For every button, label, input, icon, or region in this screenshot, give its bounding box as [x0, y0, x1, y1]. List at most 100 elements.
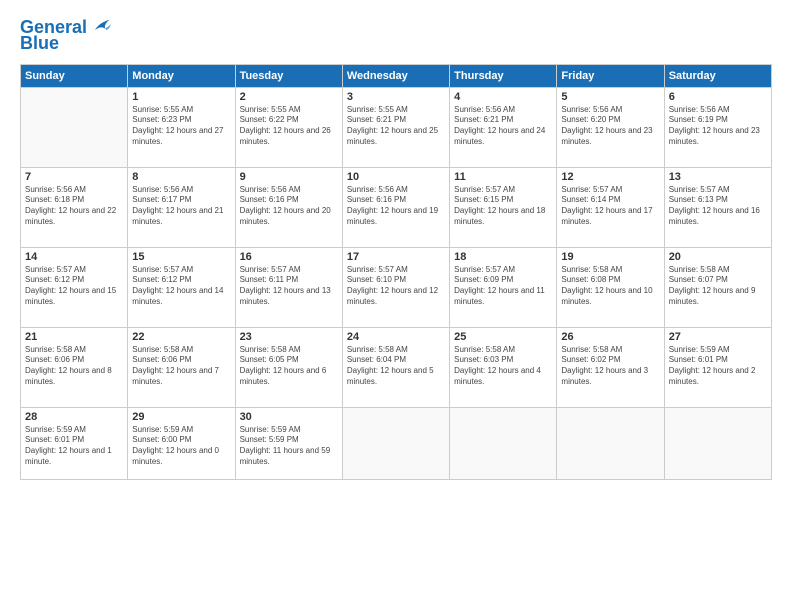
- cell-info: Sunrise: 5:56 AMSunset: 6:19 PMDaylight:…: [669, 105, 767, 148]
- calendar-cell: [21, 87, 128, 167]
- cell-info: Sunrise: 5:58 AMSunset: 6:02 PMDaylight:…: [561, 345, 659, 388]
- header-wednesday: Wednesday: [342, 64, 449, 87]
- cell-info: Sunrise: 5:56 AMSunset: 6:16 PMDaylight:…: [347, 185, 445, 228]
- calendar-cell: 21 Sunrise: 5:58 AMSunset: 6:06 PMDayligh…: [21, 327, 128, 407]
- day-number: 4: [454, 91, 552, 103]
- header-monday: Monday: [128, 64, 235, 87]
- calendar-cell: 6 Sunrise: 5:56 AMSunset: 6:19 PMDaylight…: [664, 87, 771, 167]
- day-number: 20: [669, 251, 767, 263]
- week-row-1: 1 Sunrise: 5:55 AMSunset: 6:23 PMDaylight…: [21, 87, 772, 167]
- cell-info: Sunrise: 5:56 AMSunset: 6:17 PMDaylight:…: [132, 185, 230, 228]
- cell-info: Sunrise: 5:57 AMSunset: 6:11 PMDaylight:…: [240, 265, 338, 308]
- cell-info: Sunrise: 5:58 AMSunset: 6:08 PMDaylight:…: [561, 265, 659, 308]
- logo-text-blue: Blue: [20, 34, 59, 54]
- day-number: 5: [561, 91, 659, 103]
- cell-info: Sunrise: 5:55 AMSunset: 6:23 PMDaylight:…: [132, 105, 230, 148]
- calendar-cell: 22 Sunrise: 5:58 AMSunset: 6:06 PMDayligh…: [128, 327, 235, 407]
- calendar-cell: 27 Sunrise: 5:59 AMSunset: 6:01 PMDayligh…: [664, 327, 771, 407]
- cell-info: Sunrise: 5:59 AMSunset: 6:00 PMDaylight:…: [132, 425, 230, 468]
- cell-info: Sunrise: 5:56 AMSunset: 6:20 PMDaylight:…: [561, 105, 659, 148]
- calendar-cell: 18Sunrise: 5:57 AMSunset: 6:09 PMDayligh…: [450, 247, 557, 327]
- calendar-cell: 12 Sunrise: 5:57 AMSunset: 6:14 PMDayligh…: [557, 167, 664, 247]
- header-row: SundayMondayTuesdayWednesdayThursdayFrid…: [21, 64, 772, 87]
- cell-info: Sunrise: 5:58 AMSunset: 6:04 PMDaylight:…: [347, 345, 445, 388]
- calendar-cell: [342, 407, 449, 479]
- calendar-cell: 7 Sunrise: 5:56 AMSunset: 6:18 PMDaylight…: [21, 167, 128, 247]
- day-number: 19: [561, 251, 659, 263]
- day-number: 24: [347, 331, 445, 343]
- cell-info: Sunrise: 5:57 AMSunset: 6:13 PMDaylight:…: [669, 185, 767, 228]
- day-number: 23: [240, 331, 338, 343]
- day-number: 21: [25, 331, 123, 343]
- week-row-5: 28 Sunrise: 5:59 AMSunset: 6:01 PMDayligh…: [21, 407, 772, 479]
- calendar-cell: [664, 407, 771, 479]
- logo-bird-icon: [89, 15, 111, 37]
- calendar-table: SundayMondayTuesdayWednesdayThursdayFrid…: [20, 64, 772, 480]
- header-saturday: Saturday: [664, 64, 771, 87]
- page: General Blue SundayMondayTuesdayWednesda…: [0, 0, 792, 612]
- logo: General Blue: [20, 18, 111, 54]
- cell-info: Sunrise: 5:58 AMSunset: 6:07 PMDaylight:…: [669, 265, 767, 308]
- cell-info: Sunrise: 5:56 AMSunset: 6:16 PMDaylight:…: [240, 185, 338, 228]
- day-number: 18: [454, 251, 552, 263]
- cell-info: Sunrise: 5:58 AMSunset: 6:05 PMDaylight:…: [240, 345, 338, 388]
- calendar-cell: 13 Sunrise: 5:57 AMSunset: 6:13 PMDayligh…: [664, 167, 771, 247]
- day-number: 26: [561, 331, 659, 343]
- calendar-cell: 15Sunrise: 5:57 AMSunset: 6:12 PMDayligh…: [128, 247, 235, 327]
- cell-info: Sunrise: 5:56 AMSunset: 6:21 PMDaylight:…: [454, 105, 552, 148]
- calendar-cell: 11 Sunrise: 5:57 AMSunset: 6:15 PMDayligh…: [450, 167, 557, 247]
- day-number: 6: [669, 91, 767, 103]
- header-tuesday: Tuesday: [235, 64, 342, 87]
- calendar-cell: 23 Sunrise: 5:58 AMSunset: 6:05 PMDayligh…: [235, 327, 342, 407]
- calendar-cell: 5 Sunrise: 5:56 AMSunset: 6:20 PMDaylight…: [557, 87, 664, 167]
- day-number: 1: [132, 91, 230, 103]
- day-number: 11: [454, 171, 552, 183]
- calendar-cell: 4 Sunrise: 5:56 AMSunset: 6:21 PMDaylight…: [450, 87, 557, 167]
- day-number: 13: [669, 171, 767, 183]
- week-row-4: 21 Sunrise: 5:58 AMSunset: 6:06 PMDayligh…: [21, 327, 772, 407]
- day-number: 27: [669, 331, 767, 343]
- calendar-cell: 16 Sunrise: 5:57 AMSunset: 6:11 PMDayligh…: [235, 247, 342, 327]
- day-number: 14: [25, 251, 123, 263]
- cell-info: Sunrise: 5:58 AMSunset: 6:03 PMDaylight:…: [454, 345, 552, 388]
- calendar-cell: 20 Sunrise: 5:58 AMSunset: 6:07 PMDayligh…: [664, 247, 771, 327]
- cell-info: Sunrise: 5:58 AMSunset: 6:06 PMDaylight:…: [132, 345, 230, 388]
- day-number: 30: [240, 411, 338, 423]
- week-row-3: 14 Sunrise: 5:57 AMSunset: 6:12 PMDayligh…: [21, 247, 772, 327]
- cell-info: Sunrise: 5:57 AMSunset: 6:14 PMDaylight:…: [561, 185, 659, 228]
- cell-info: Sunrise: 5:55 AMSunset: 6:21 PMDaylight:…: [347, 105, 445, 148]
- cell-info: Sunrise: 5:57 AMSunset: 6:15 PMDaylight:…: [454, 185, 552, 228]
- day-number: 12: [561, 171, 659, 183]
- cell-info: Sunrise: 5:56 AMSunset: 6:18 PMDaylight:…: [25, 185, 123, 228]
- calendar-cell: 25 Sunrise: 5:58 AMSunset: 6:03 PMDayligh…: [450, 327, 557, 407]
- cell-info: Sunrise: 5:57 AMSunset: 6:12 PMDaylight:…: [25, 265, 123, 308]
- cell-info: Sunrise: 5:59 AMSunset: 6:01 PMDaylight:…: [25, 425, 123, 468]
- calendar-cell: 24 Sunrise: 5:58 AMSunset: 6:04 PMDayligh…: [342, 327, 449, 407]
- calendar-cell: 3 Sunrise: 5:55 AMSunset: 6:21 PMDaylight…: [342, 87, 449, 167]
- calendar-cell: 10Sunrise: 5:56 AMSunset: 6:16 PMDayligh…: [342, 167, 449, 247]
- day-number: 25: [454, 331, 552, 343]
- day-number: 3: [347, 91, 445, 103]
- calendar-cell: 9 Sunrise: 5:56 AMSunset: 6:16 PMDaylight…: [235, 167, 342, 247]
- calendar-cell: 2 Sunrise: 5:55 AMSunset: 6:22 PMDaylight…: [235, 87, 342, 167]
- header: General Blue: [20, 18, 772, 54]
- calendar-cell: 30Sunrise: 5:59 AMSunset: 5:59 PMDayligh…: [235, 407, 342, 479]
- calendar-cell: 1 Sunrise: 5:55 AMSunset: 6:23 PMDaylight…: [128, 87, 235, 167]
- calendar-cell: 19 Sunrise: 5:58 AMSunset: 6:08 PMDayligh…: [557, 247, 664, 327]
- cell-info: Sunrise: 5:59 AMSunset: 6:01 PMDaylight:…: [669, 345, 767, 388]
- cell-info: Sunrise: 5:58 AMSunset: 6:06 PMDaylight:…: [25, 345, 123, 388]
- day-number: 9: [240, 171, 338, 183]
- day-number: 7: [25, 171, 123, 183]
- day-number: 22: [132, 331, 230, 343]
- day-number: 28: [25, 411, 123, 423]
- day-number: 8: [132, 171, 230, 183]
- day-number: 2: [240, 91, 338, 103]
- header-sunday: Sunday: [21, 64, 128, 87]
- day-number: 16: [240, 251, 338, 263]
- week-row-2: 7 Sunrise: 5:56 AMSunset: 6:18 PMDaylight…: [21, 167, 772, 247]
- day-number: 17: [347, 251, 445, 263]
- calendar-cell: 17Sunrise: 5:57 AMSunset: 6:10 PMDayligh…: [342, 247, 449, 327]
- cell-info: Sunrise: 5:57 AMSunset: 6:12 PMDaylight:…: [132, 265, 230, 308]
- cell-info: Sunrise: 5:55 AMSunset: 6:22 PMDaylight:…: [240, 105, 338, 148]
- header-thursday: Thursday: [450, 64, 557, 87]
